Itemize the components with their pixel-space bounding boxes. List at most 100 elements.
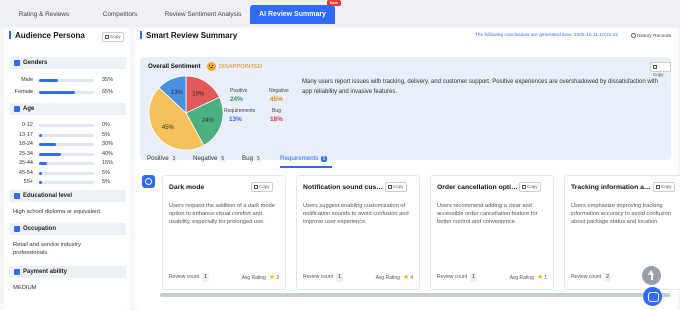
metric-positive-label: Positive: [230, 88, 248, 94]
age-label: 13-17: [18, 131, 33, 138]
scroll-to-top-button[interactable]: [642, 266, 661, 285]
genders-section-header: Genders: [9, 57, 126, 69]
overall-sentiment-value: DISAPPOINTED: [219, 64, 263, 70]
gender-label: Female: [14, 89, 33, 95]
avg-rating-value: 3: [276, 275, 279, 281]
gender-bar-fill: [39, 91, 75, 94]
pie-label-requirements: 13%: [171, 90, 184, 96]
summary-copy-button[interactable]: Copy: [650, 62, 671, 77]
review-count-value: 2: [604, 273, 612, 282]
avg-rating-value: 1: [544, 275, 547, 281]
age-row: 13-17 5%: [4, 132, 130, 140]
summary-text: Many users report issues with tracking, …: [302, 79, 659, 95]
tab-rating-reviews[interactable]: Rating & Reviews: [0, 5, 88, 24]
requirement-card[interactable]: Tracking information accuracyCopy Users e…: [564, 175, 680, 290]
metric-requirements-value: 13%: [229, 116, 242, 123]
requirement-card[interactable]: Notification sound customizationCopy User…: [296, 175, 420, 290]
copy-icon: [388, 184, 392, 189]
tab-bug[interactable]: Bug 5: [242, 155, 262, 162]
card-description: Users suggest enabling customization of …: [303, 203, 409, 225]
metric-negative-value: 45%: [270, 96, 283, 103]
avg-rating: Avg Rating ★1: [509, 274, 547, 281]
tab-review-sentiment-analysis[interactable]: Review Sentiment Analysis: [152, 5, 254, 24]
avg-rating: Avg Rating ★4: [375, 274, 413, 281]
age-bar-track: [39, 133, 94, 137]
gender-percent: 65%: [102, 89, 114, 95]
age-percent: 5%: [102, 131, 110, 138]
age-label: 55+: [23, 179, 33, 185]
card-description: Users emphasize improving tracking infor…: [571, 203, 671, 225]
age-bar-track: [39, 152, 94, 156]
age-bar-fill: [39, 181, 42, 184]
age-bar-track: [39, 124, 94, 127]
gender-percent: 35%: [102, 77, 114, 83]
review-count-value: 1: [336, 273, 344, 282]
tab-ai-review-summary[interactable]: AI Review Summary New: [250, 0, 341, 24]
tab-requirements[interactable]: Requirements 5: [280, 155, 328, 162]
new-badge: New: [326, 0, 341, 6]
card-description: Users request the addition of a dark mod…: [169, 203, 275, 225]
review-count-label: Review count: [303, 274, 334, 280]
card-description: Users recommend adding a clear and acces…: [437, 203, 538, 225]
age-row: 25-34 40%: [4, 151, 130, 159]
gender-label: Male: [21, 77, 33, 83]
avg-rating-value: 4: [410, 275, 413, 281]
education-value: High school diploma or equivalent.: [13, 209, 102, 215]
age-bar-fill: [39, 152, 61, 156]
card-title: Dark mode: [169, 184, 205, 191]
active-tab-indicator: [280, 166, 332, 168]
metric-positive-value: 24%: [230, 96, 243, 103]
history-records-link[interactable]: History Records: [630, 33, 671, 39]
gender-bar-fill: [39, 79, 59, 82]
tab-positive[interactable]: Positive 3: [147, 155, 178, 162]
education-icon: [14, 193, 20, 199]
occupation-icon: [14, 226, 20, 232]
age-percent: 0%: [102, 122, 110, 128]
summary-title: Smart Review Summary: [140, 31, 237, 40]
star-icon: ★: [268, 274, 276, 281]
requirement-card[interactable]: Order cancellation option Copy Users recom…: [430, 175, 554, 290]
tab-negative[interactable]: Negative 5: [193, 155, 227, 162]
review-count-value: 1: [470, 273, 478, 282]
age-row: 35-44 15%: [4, 160, 130, 168]
chat-support-button[interactable]: [643, 287, 662, 306]
clock-icon: [630, 33, 636, 38]
review-count-label: Review count: [437, 274, 468, 280]
age-label: 0-12: [21, 122, 33, 128]
age-bar-track: [39, 143, 94, 146]
age-label: 25-34: [18, 150, 33, 157]
age-percent: 40%: [102, 150, 114, 157]
gender-icon: [14, 60, 20, 66]
requirement-card[interactable]: Dark mode Copy Users request the addition …: [162, 175, 286, 290]
avg-rating: Avg Rating ★3: [241, 274, 279, 281]
card-copy-button[interactable]: Copy: [385, 182, 407, 192]
copy-icon: [653, 64, 657, 69]
tab-bar: Rating & Reviews Competitors Review Sent…: [0, 0, 680, 27]
card-title: Order cancellation option: [437, 184, 519, 191]
age-label: 45-54: [18, 169, 33, 176]
card-title: Notification sound customization: [303, 184, 385, 191]
horizontal-scrollbar[interactable]: [160, 293, 670, 297]
review-count-label: Review count: [169, 274, 200, 280]
education-section-header: Educational level: [9, 190, 126, 202]
persona-copy-button[interactable]: Copy: [102, 32, 124, 42]
tab-competitors[interactable]: Competitors: [88, 5, 152, 24]
gender-row: Female 65%: [4, 89, 130, 97]
pie-label-negative: 45%: [162, 125, 175, 131]
card-copy-button[interactable]: Copy: [519, 182, 541, 192]
age-row: 45-54 5%: [4, 170, 130, 178]
review-category-tabs: Positive 3 Negative 5 Bug 5 Requirements 5: [140, 153, 671, 168]
persona-title: Audience Persona: [9, 31, 85, 40]
card-footer: Review count 1 Avg Rating ★3: [169, 273, 279, 282]
audience-persona-panel: Audience Persona Copy Genders Male 35% Fem…: [4, 28, 130, 310]
card-footer: Review count 1 Avg Rating ★4: [303, 273, 413, 282]
pie-label-positive: 24%: [202, 118, 215, 124]
card-copy-button[interactable]: Copy: [653, 182, 675, 192]
occupation-value: Retail and service industry professional…: [13, 242, 81, 256]
age-percent: 30%: [102, 141, 114, 147]
metric-negative-label: Negative: [269, 88, 289, 94]
sentiment-pie-chart: 18% 24% 45% 13%: [148, 75, 224, 151]
review-count-value: 1: [202, 273, 210, 282]
card-copy-button[interactable]: Copy: [251, 182, 273, 192]
age-row: 55+ 5%: [4, 179, 130, 187]
